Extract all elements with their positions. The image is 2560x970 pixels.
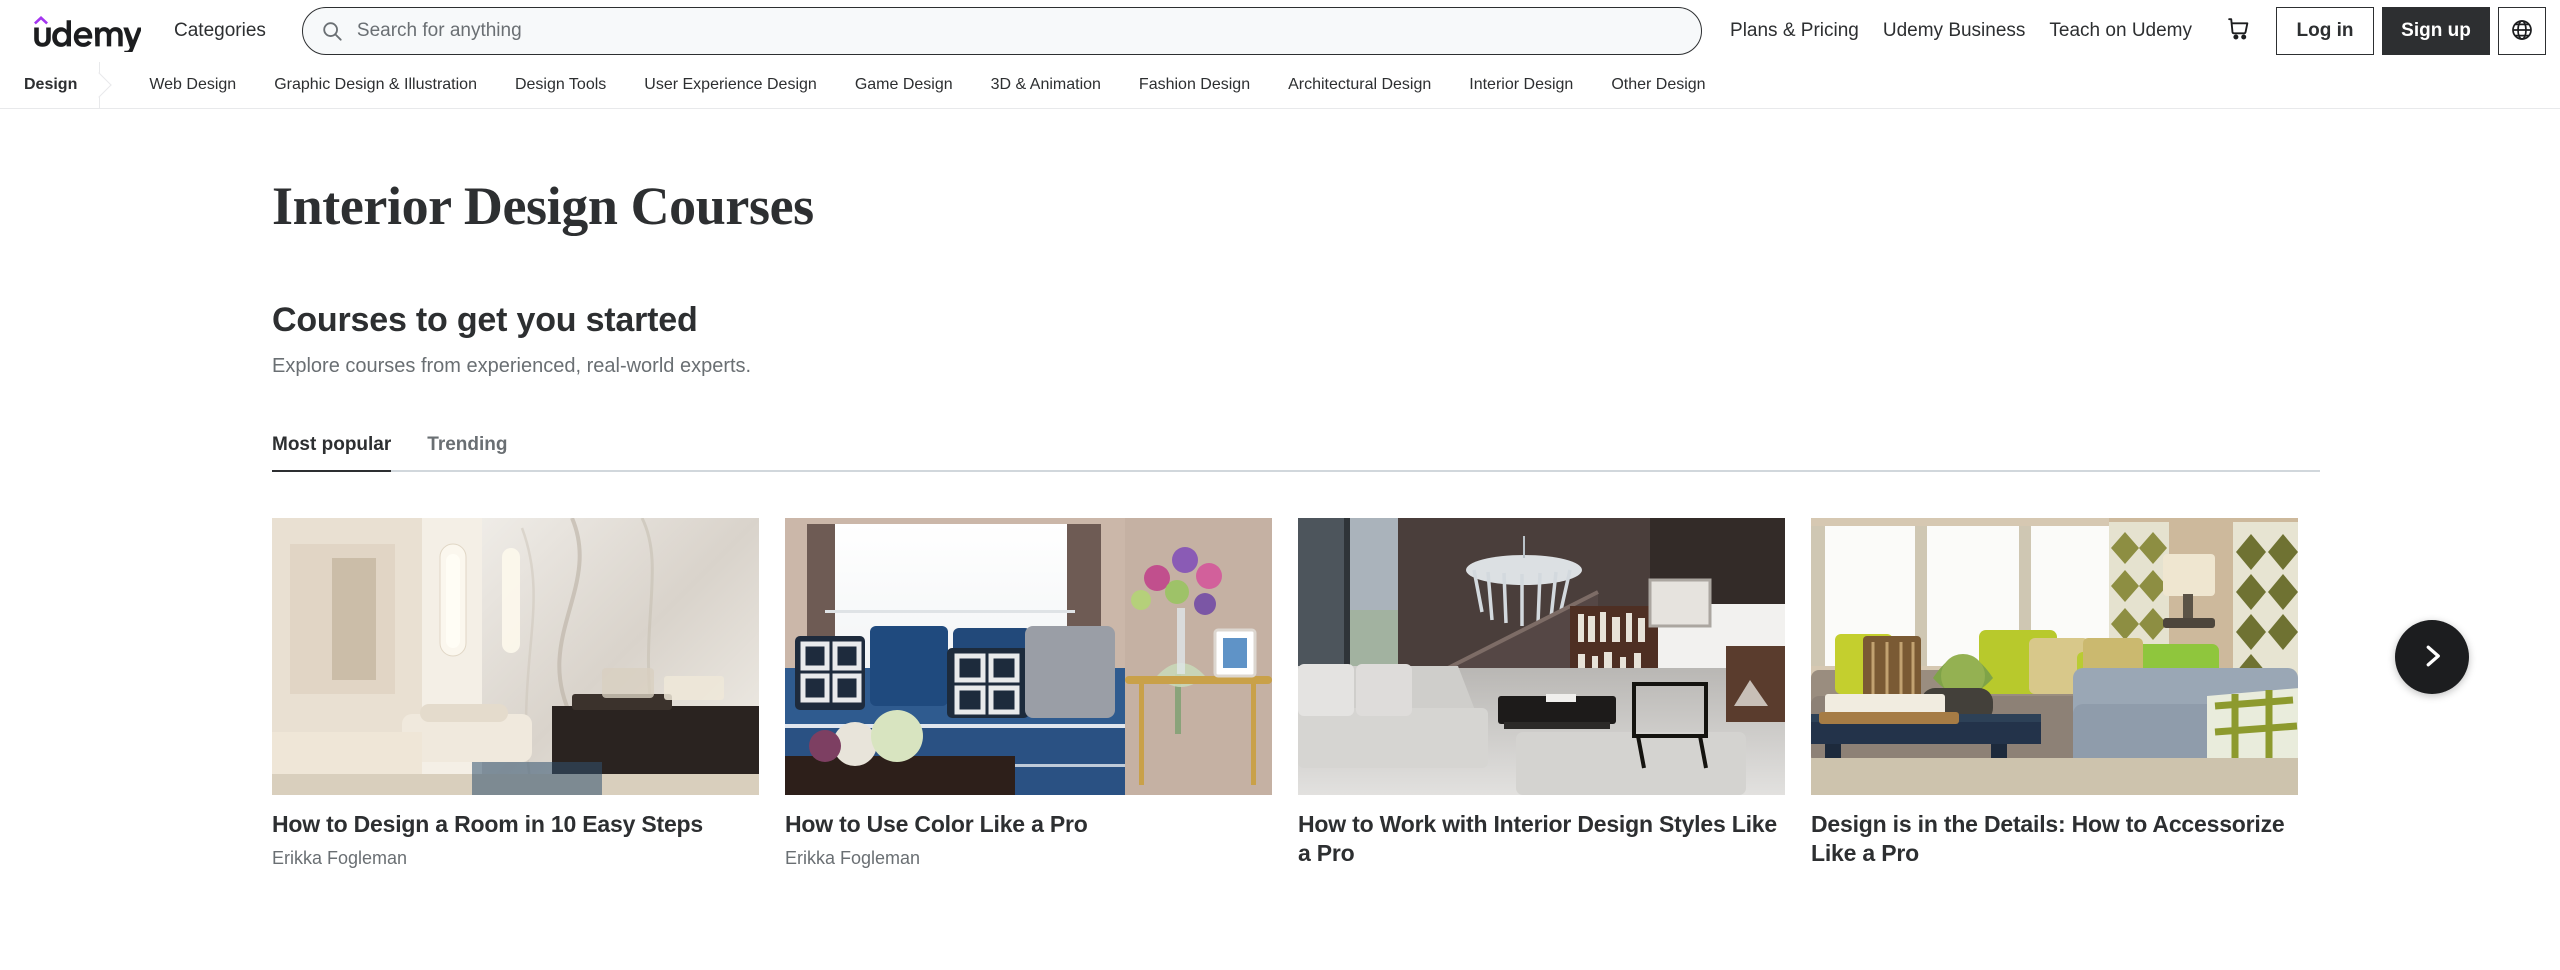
category-links: Web Design Graphic Design & Illustration…	[100, 62, 1724, 108]
main-content: Interior Design Courses Courses to get y…	[0, 109, 2560, 883]
language-button[interactable]	[2498, 7, 2546, 55]
category-item-other-design[interactable]: Other Design	[1592, 62, 1724, 108]
page-title: Interior Design Courses	[272, 176, 814, 236]
category-breadcrumb-bar: Design Web Design Graphic Design & Illus…	[0, 62, 2560, 109]
shopping-cart-button[interactable]	[2214, 7, 2262, 55]
category-item-design-tools[interactable]: Design Tools	[496, 62, 625, 108]
course-tabs: Most popular Trending	[272, 418, 2320, 473]
course-carousel: How to Design a Room in 10 Easy Steps Er…	[272, 518, 2560, 883]
courses-section: Courses to get you started Explore cours…	[0, 236, 2560, 882]
nav-udemy-business[interactable]: Udemy Business	[1871, 10, 2038, 52]
search-icon	[321, 20, 343, 42]
course-card-list: How to Design a Room in 10 Easy Steps Er…	[272, 518, 2560, 883]
course-thumbnail-modern-grey-loft-interior	[1298, 518, 1785, 796]
section-heading: Courses to get you started	[272, 301, 698, 340]
category-item-architectural-design[interactable]: Architectural Design	[1269, 62, 1450, 108]
category-item-3d-animation[interactable]: 3D & Animation	[972, 62, 1120, 108]
course-card-title: How to Design a Room in 10 Easy Steps	[272, 811, 703, 838]
breadcrumb-current-design[interactable]: Design	[0, 62, 101, 108]
course-card-title: How to Use Color Like a Pro	[785, 811, 1088, 838]
course-card[interactable]: Design is in the Details: How to Accesso…	[1811, 518, 2298, 877]
globe-icon	[2510, 18, 2534, 45]
nav-teach-on-udemy[interactable]: Teach on Udemy	[2037, 10, 2204, 52]
course-card[interactable]: How to Work with Interior Design Styles …	[1298, 518, 1785, 877]
course-card-author: Erikka Fogleman	[785, 847, 921, 868]
course-card-author: Erikka Fogleman	[272, 847, 408, 868]
category-item-fashion-design[interactable]: Fashion Design	[1120, 62, 1269, 108]
course-thumbnail-bright-marble-living-room	[272, 518, 759, 796]
course-card[interactable]: How to Design a Room in 10 Easy Steps Er…	[272, 518, 759, 877]
login-button[interactable]: Log in	[2276, 7, 2374, 55]
search-bar[interactable]	[301, 7, 1703, 55]
udemy-logo[interactable]	[16, 7, 146, 55]
course-card-title: Design is in the Details: How to Accesso…	[1811, 811, 2285, 866]
udemy-logo-icon	[34, 16, 141, 52]
course-thumbnail-green-pillows-living-room	[1811, 518, 2298, 796]
signup-button[interactable]: Sign up	[2382, 7, 2490, 55]
top-header: Categories Plans & Pricing Udemy Busines…	[0, 0, 2560, 62]
search-input[interactable]	[356, 8, 1684, 54]
tab-most-popular[interactable]: Most popular	[272, 434, 409, 473]
category-item-graphic-design-illustration[interactable]: Graphic Design & Illustration	[255, 62, 496, 108]
category-item-interior-design[interactable]: Interior Design	[1450, 62, 1592, 108]
course-card-title: How to Work with Interior Design Styles …	[1298, 811, 1777, 866]
category-item-web-design[interactable]: Web Design	[130, 62, 255, 108]
category-item-game-design[interactable]: Game Design	[836, 62, 972, 108]
nav-plans-pricing[interactable]: Plans & Pricing	[1718, 10, 1871, 52]
course-card[interactable]: How to Use Color Like a Pro Erikka Fogle…	[785, 518, 1272, 877]
shopping-cart-icon	[2226, 16, 2251, 46]
section-subheading: Explore courses from experienced, real-w…	[272, 355, 752, 378]
chevron-right-icon	[2417, 641, 2447, 674]
category-item-user-experience-design[interactable]: User Experience Design	[625, 62, 836, 108]
tab-trending[interactable]: Trending	[409, 434, 525, 470]
categories-menu[interactable]: Categories	[160, 10, 280, 52]
course-thumbnail-blue-sofa-living-room	[785, 518, 1272, 796]
carousel-next-button[interactable]	[2395, 620, 2469, 695]
